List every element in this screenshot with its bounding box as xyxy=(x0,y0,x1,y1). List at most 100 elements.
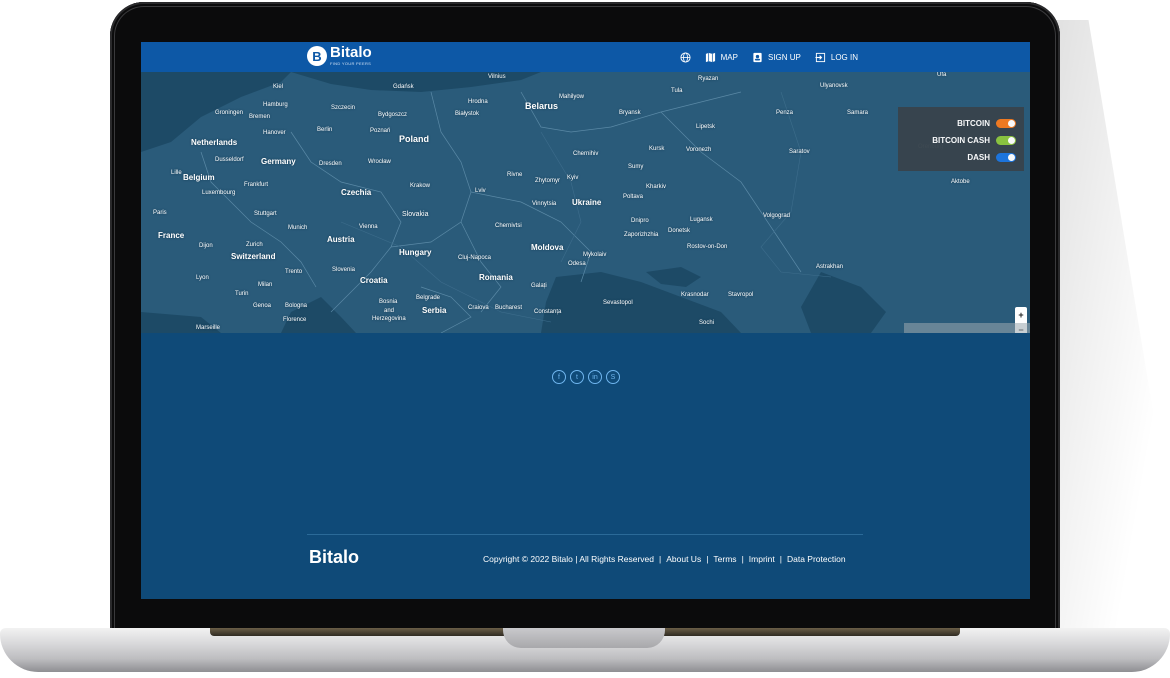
map-place-label: Kyiv xyxy=(567,175,579,181)
map-place-label: Moldova xyxy=(531,243,564,252)
map-place-label: Rostov-on-Don xyxy=(687,244,728,250)
bitcoin-cash-toggle[interactable] xyxy=(996,136,1016,145)
zoom-in-button[interactable]: + xyxy=(1018,310,1023,320)
caspian-sea xyxy=(801,272,886,333)
map-place-label: Romania xyxy=(479,273,513,282)
map-place-label: Genoa xyxy=(253,303,272,309)
map-place-label: Luxembourg xyxy=(202,190,236,196)
map-place-label: Trento xyxy=(285,269,303,275)
map-place-label: Poland xyxy=(399,134,430,144)
map-place-label: Netherlands xyxy=(191,138,238,147)
map-place-label: Lviv xyxy=(475,188,486,194)
footer-logo[interactable]: Bitalo xyxy=(309,547,359,568)
map-place-label: Gdańsk xyxy=(393,84,414,90)
footer-divider xyxy=(307,534,863,535)
map-place-label: Sumy xyxy=(628,164,644,170)
footer-separator: | xyxy=(779,554,782,564)
map-place-label: Croatia xyxy=(360,276,388,285)
legend-bitcoin-cash-label: BITCOIN CASH xyxy=(932,136,990,145)
linkedin-icon[interactable]: in xyxy=(588,370,602,384)
legend-bitcoin-cash[interactable]: BITCOIN CASH xyxy=(932,136,1016,145)
currency-legend: BITCOIN BITCOIN CASH DASH xyxy=(898,107,1024,171)
map-place-label: France xyxy=(158,231,185,240)
nav-login-label: LOG IN xyxy=(830,52,858,62)
map-place-label: Czechia xyxy=(341,188,372,197)
map-place-label: Frankfurt xyxy=(244,182,269,188)
terms-link[interactable]: Terms xyxy=(713,554,736,564)
map-place-label: Sochi xyxy=(699,320,715,326)
map-place-label: Zaporizhzhia xyxy=(624,232,659,238)
map-place-label: Penza xyxy=(776,110,794,116)
map-place-label: Bosnia xyxy=(379,299,398,305)
data-protection-link[interactable]: Data Protection xyxy=(787,554,846,564)
nav-map[interactable]: MAP xyxy=(705,52,738,63)
bitcoin-badge-icon: B xyxy=(307,46,327,66)
map-place-label: Marseille xyxy=(196,325,221,331)
map-place-label: Samara xyxy=(847,110,869,116)
map-place-label: Ulyanovsk xyxy=(820,83,848,89)
about-us-link[interactable]: About Us xyxy=(666,554,701,564)
skype-icon[interactable]: S xyxy=(606,370,620,384)
imprint-link[interactable]: Imprint xyxy=(749,554,775,564)
map-place-label: Mahilyow xyxy=(559,94,585,100)
legend-bitcoin[interactable]: BITCOIN xyxy=(957,119,1016,128)
map-place-label: Turin xyxy=(235,291,249,297)
footer-separator: | xyxy=(741,554,744,564)
nav-signup[interactable]: SIGN UP xyxy=(752,52,801,63)
map-place-label: Cluj-Napoca xyxy=(458,255,492,261)
map-place-label: Hamburg xyxy=(263,102,288,108)
map-place-label: Vienna xyxy=(359,224,378,230)
nav-language[interactable] xyxy=(680,51,691,63)
nav-menu: MAP SIGN UP LOG IN xyxy=(680,42,858,72)
map-place-label: Galați xyxy=(531,283,547,289)
map-place-label: Bologna xyxy=(285,303,308,309)
map-icon xyxy=(705,52,715,62)
legend-dash[interactable]: DASH xyxy=(967,153,1016,162)
dash-toggle[interactable] xyxy=(996,153,1016,162)
map-place-label: Volgograd xyxy=(763,213,791,219)
map-place-label: Munich xyxy=(288,225,308,231)
globe-icon xyxy=(680,51,691,63)
map-place-label: Constanța xyxy=(534,309,562,315)
map-place-label: Vilnius xyxy=(488,74,506,80)
twitter-icon[interactable]: t xyxy=(570,370,584,384)
legend-dash-label: DASH xyxy=(967,153,990,162)
nav-map-label: MAP xyxy=(720,52,738,62)
map-place-label: Aktobe xyxy=(951,179,970,185)
top-navbar: B Bitalo FIND YOUR PEERS MAP SIGN UP LOG… xyxy=(141,42,1030,72)
map-place-label: Stavropol xyxy=(728,292,754,298)
map-place-label: Dijon xyxy=(199,243,213,249)
map-place-label: and xyxy=(384,308,395,314)
facebook-icon[interactable]: f xyxy=(552,370,566,384)
map-place-label: Szczecin xyxy=(331,105,356,111)
footer-separator: | xyxy=(659,554,662,564)
map-place-label: Switzerland xyxy=(231,252,276,261)
map-place-label: Berlin xyxy=(317,127,333,133)
map-place-label: Craiova xyxy=(468,305,489,311)
map-place-label: Lyon xyxy=(196,275,209,281)
map-place-label: Rivne xyxy=(507,172,523,178)
peer-map[interactable]: Vilnius Kiel Gdańsk Ryazan Ufa Tula Ulyanovsk M… xyxy=(141,72,1030,333)
map-place-label: Białystok xyxy=(455,111,480,117)
map-place-label: Astrakhan xyxy=(816,264,844,270)
map-place-label: Wrocław xyxy=(368,159,391,165)
map-place-label: Odesa xyxy=(568,261,586,267)
map-place-label: Mykolaiv xyxy=(583,252,607,258)
map-place-label: Kiel xyxy=(273,84,284,90)
nav-login[interactable]: LOG IN xyxy=(815,52,858,63)
map-place-label: Dnipro xyxy=(631,218,649,224)
nav-signup-label: SIGN UP xyxy=(767,52,801,62)
map-place-label: Zhytomyr xyxy=(535,178,561,184)
map-place-label: Tula xyxy=(671,88,683,94)
map-place-label: Vinnytsia xyxy=(532,201,557,207)
map-place-label: Slovenia xyxy=(332,267,356,273)
map-place-label: Voronezh xyxy=(686,147,712,153)
map-place-label: Herzegovina xyxy=(372,316,406,322)
footer-separator: | xyxy=(706,554,709,564)
bitcoin-toggle[interactable] xyxy=(996,119,1016,128)
brand-logo[interactable]: B Bitalo FIND YOUR PEERS xyxy=(307,45,372,66)
map-place-label: Belgrade xyxy=(416,295,441,301)
map-place-label: Stuttgart xyxy=(254,211,277,217)
map-place-label: Sevastopol xyxy=(603,300,633,306)
map-place-label: Saratov xyxy=(789,149,810,155)
